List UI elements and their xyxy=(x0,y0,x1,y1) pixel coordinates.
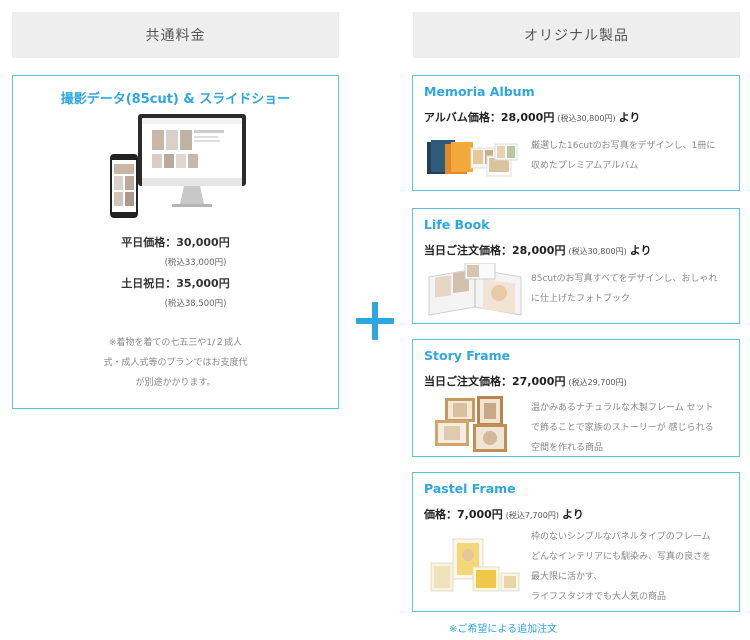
product-desc-line: 85cutのお写真すべてをデザインし、おしゃれ xyxy=(531,274,718,284)
product-desc-line: 温かみあるナチュラルな木製フレーム セット xyxy=(531,403,714,413)
original-products-header: オリジナル製品 xyxy=(413,12,740,58)
photobook-image xyxy=(428,263,522,316)
weekday-tax: (税込33,000円) xyxy=(164,258,227,268)
product-desc-line: で飾ることで家族のストーリーが 感じられる xyxy=(531,423,714,433)
product-desc-line: 厳選した16cutのお写真をデザインし、1冊に xyxy=(531,141,716,151)
shooting-data-title: 撮影データ(85cut) & スライドショー xyxy=(60,92,291,107)
product-title: Memoria Album xyxy=(424,84,535,99)
common-price-card: 撮影データ(85cut) & スライドショー 平日価格：30,000円 (税込3… xyxy=(12,75,339,409)
product-card-story-frame: Story Frame 当日ご注文価格：27,000円 (税込29,700円) 温… xyxy=(412,339,740,457)
wooden-frame-image xyxy=(435,396,507,452)
product-desc-line: ライフスタジオでも大人気の商品 xyxy=(531,592,667,602)
product-price: 当日ご注文価格：27,000円 (税込29,700円) xyxy=(424,375,627,388)
additional-order-note: ※ご希望による追加注文 xyxy=(449,624,558,635)
product-desc-line: 最大限に活かす、 xyxy=(531,572,603,582)
product-card-memoria-album: Memoria Album アルバム価格：28,000円 (税込30,800円) よ… xyxy=(412,75,740,191)
common-price-header: 共通料金 xyxy=(12,12,339,58)
product-price: アルバム価格：28,000円 (税込30,800円) より xyxy=(424,111,641,124)
pastel-frame-image xyxy=(430,538,520,592)
product-title: Life Book xyxy=(424,217,490,232)
note-line: が別途かかります。 xyxy=(135,378,216,388)
product-card-life-book: Life Book 当日ご注文価格：28,000円 (税込30,800円) より 8… xyxy=(412,208,740,324)
product-desc-line: 空間を作れる商品 xyxy=(531,443,604,453)
device-mockup-image xyxy=(110,114,246,218)
product-title: Pastel Frame xyxy=(424,481,516,496)
note-line: 式・成人式等のプランではお支度代 xyxy=(103,358,248,368)
product-title: Story Frame xyxy=(424,348,511,363)
product-desc-line: 枠のないシンプルなパネルタイプのフレーム xyxy=(531,532,711,542)
product-desc-line: 収めたプレミアムアルバム xyxy=(531,161,639,171)
product-price: 当日ご注文価格：28,000円 (税込30,800円) より xyxy=(424,244,652,257)
product-desc-line: に仕上げたフォトブック xyxy=(531,294,631,304)
product-card-pastel-frame: Pastel Frame 価格：7,000円 (税込7,700円) より 枠のないシ… xyxy=(412,472,740,612)
plus-icon xyxy=(356,302,394,340)
album-image xyxy=(427,140,518,177)
product-desc-line: どんなインテリアにも馴染み、写真の良さを xyxy=(531,552,712,562)
weekday-price: 平日価格：30,000円 xyxy=(121,236,230,249)
product-price: 価格：7,000円 (税込7,700円) より xyxy=(424,508,584,521)
note-line: ※着物を着ての七五三や1/２成人 xyxy=(108,338,243,348)
holiday-price: 土日祝日：35,000円 xyxy=(121,277,230,290)
holiday-tax: (税込38,500円) xyxy=(164,299,227,309)
